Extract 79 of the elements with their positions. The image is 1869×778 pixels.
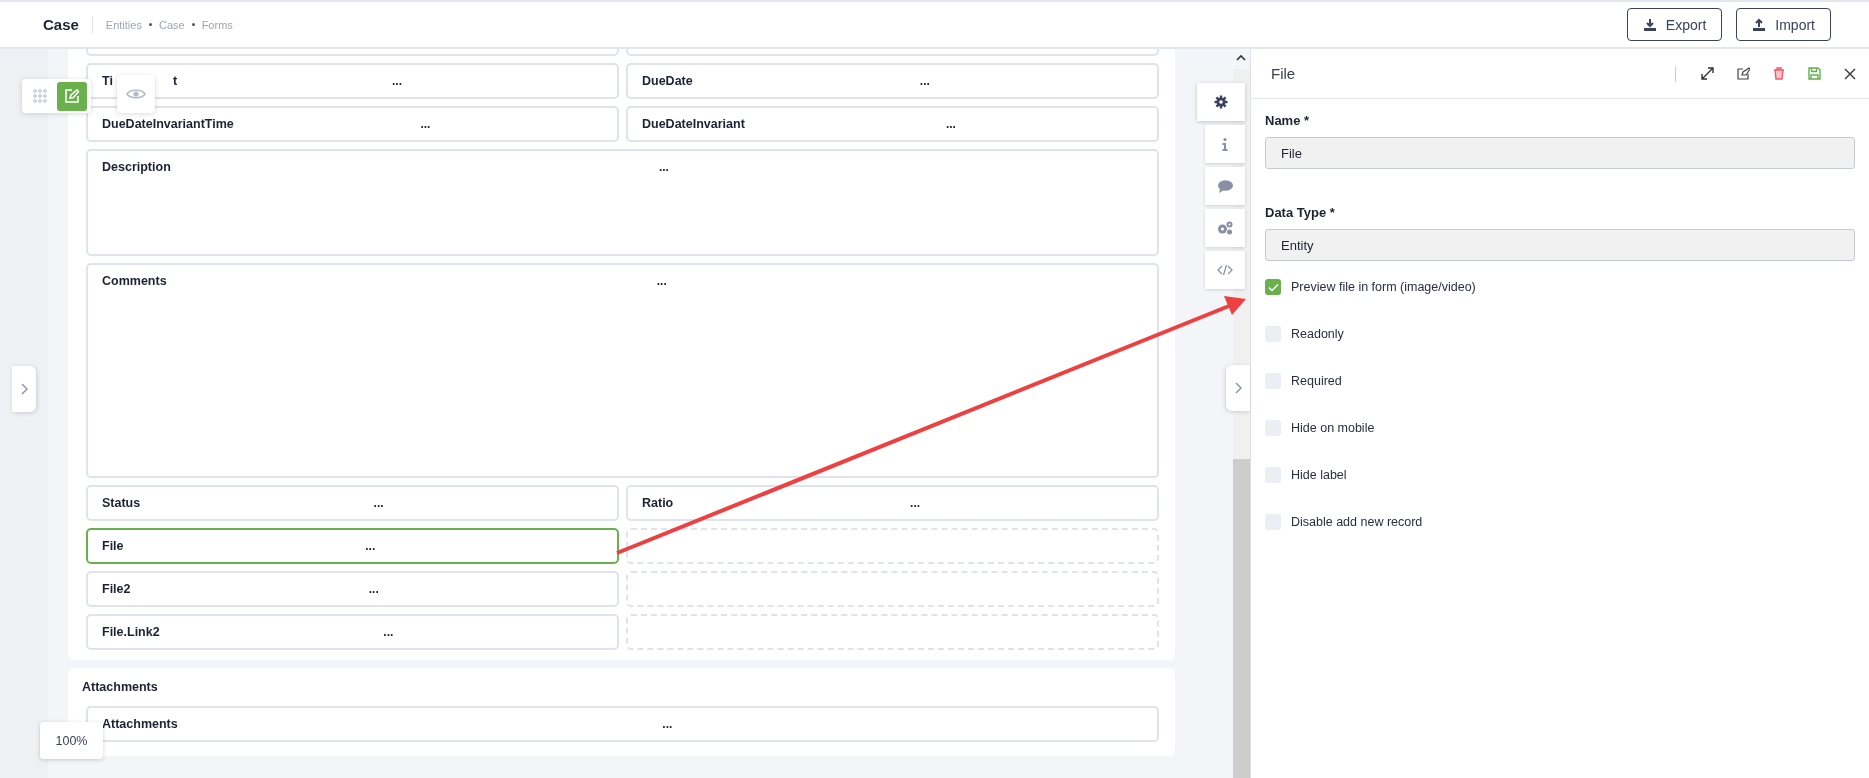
drag-handle-icon[interactable]: [33, 89, 47, 103]
more-menu[interactable]: ...: [662, 717, 673, 731]
chevron-right-icon: [1234, 382, 1242, 394]
page-title: Case: [43, 16, 93, 33]
field-label: File.Link2: [102, 625, 160, 639]
save-icon[interactable]: [1808, 67, 1821, 80]
side-tab[interactable]: [1197, 83, 1245, 121]
form-field-box[interactable]: File2 ...: [86, 571, 619, 607]
checkbox-label: Hide label: [1291, 468, 1347, 482]
more-menu[interactable]: ...: [383, 625, 394, 639]
field-label: File: [102, 539, 124, 553]
field-label: Data Type *: [1265, 205, 1336, 220]
more-menu[interactable]: ...: [910, 496, 921, 510]
gears-icon: [1217, 221, 1233, 235]
field-label: Description: [102, 160, 171, 174]
input-field[interactable]: File: [1265, 137, 1855, 169]
more-menu[interactable]: ...: [658, 160, 669, 174]
info-icon: [1222, 137, 1228, 151]
field-label: Comments: [102, 274, 167, 288]
form-field-box[interactable]: Ti t ...: [86, 63, 619, 99]
form-field-box[interactable]: Ratio ...: [626, 485, 1159, 521]
field-label: Status: [102, 496, 141, 510]
checkbox-label: Preview file in form (image/video): [1291, 280, 1476, 294]
checkbox-label: Readonly: [1291, 327, 1344, 341]
form-field-box[interactable]: File.Link2 ...: [86, 614, 619, 650]
code-icon: [1217, 264, 1233, 276]
upload-icon: [1752, 17, 1767, 32]
eye-icon: [126, 88, 146, 100]
more-menu[interactable]: ...: [365, 539, 376, 553]
field-label: File2: [102, 582, 131, 596]
edit-icon[interactable]: [1737, 67, 1750, 80]
settings-icon: [1214, 95, 1228, 109]
form-field-box[interactable]: Status ...: [86, 485, 619, 521]
more-menu[interactable]: ...: [373, 496, 384, 510]
form-field-box[interactable]: DueDateInvariant ...: [626, 106, 1159, 142]
separator-dot-icon: [191, 23, 195, 26]
edit-icon: [64, 88, 80, 104]
more-menu[interactable]: ...: [420, 117, 431, 131]
more-menu[interactable]: ...: [656, 274, 667, 288]
checkbox-label: Disable add new record: [1291, 515, 1423, 529]
field-label: Ratio: [642, 496, 674, 510]
field-label: Attachments: [102, 717, 178, 731]
form-field-box[interactable]: Description ...: [86, 149, 1159, 256]
zoom-level[interactable]: 100%: [40, 722, 103, 759]
field-label: t: [172, 74, 178, 88]
chevron-up-icon[interactable]: [1236, 54, 1246, 61]
more-menu[interactable]: ...: [919, 74, 930, 88]
checkbox-label: Hide on mobile: [1291, 421, 1375, 435]
panel-title: File: [1271, 65, 1297, 82]
input-field[interactable]: Entity: [1265, 229, 1855, 261]
section-title: Attachments: [82, 680, 159, 694]
chevron-right-icon: [20, 383, 28, 395]
checkbox-label: Required: [1291, 374, 1342, 388]
form-field-box[interactable]: DueDateInvariantTime ...: [86, 106, 619, 142]
close-icon[interactable]: [1844, 67, 1856, 80]
trash-icon[interactable]: [1773, 67, 1785, 80]
checkbox[interactable]: [1265, 279, 1281, 295]
preview-button[interactable]: [117, 75, 155, 113]
download-icon: [1642, 17, 1657, 32]
more-menu[interactable]: ...: [392, 74, 403, 88]
expand-panel-button[interactable]: [12, 366, 36, 412]
form-field-box[interactable]: File ...: [86, 528, 619, 564]
export-button[interactable]: Export: [1626, 8, 1723, 41]
field-label: DueDate: [642, 74, 693, 88]
edit-button[interactable]: [57, 81, 87, 111]
field-label: DueDateInvariantTime: [102, 117, 234, 131]
form-field-box[interactable]: Attachments ...: [86, 706, 1159, 742]
speech-bubble-icon: [1217, 179, 1233, 193]
more-menu[interactable]: ...: [945, 117, 956, 131]
more-menu[interactable]: ...: [368, 582, 379, 596]
expand-icon[interactable]: [1701, 67, 1714, 80]
field-label: DueDateInvariant: [642, 117, 745, 131]
collapse-panel-button[interactable]: [1226, 365, 1250, 411]
import-button[interactable]: Import: [1736, 8, 1831, 41]
field-label: Ti: [102, 74, 113, 88]
form-field-box[interactable]: DueDate ...: [626, 63, 1159, 99]
separator-dot-icon: [148, 23, 152, 26]
field-label: Name *: [1265, 113, 1311, 128]
form-field-box[interactable]: Comments ...: [86, 263, 1159, 478]
